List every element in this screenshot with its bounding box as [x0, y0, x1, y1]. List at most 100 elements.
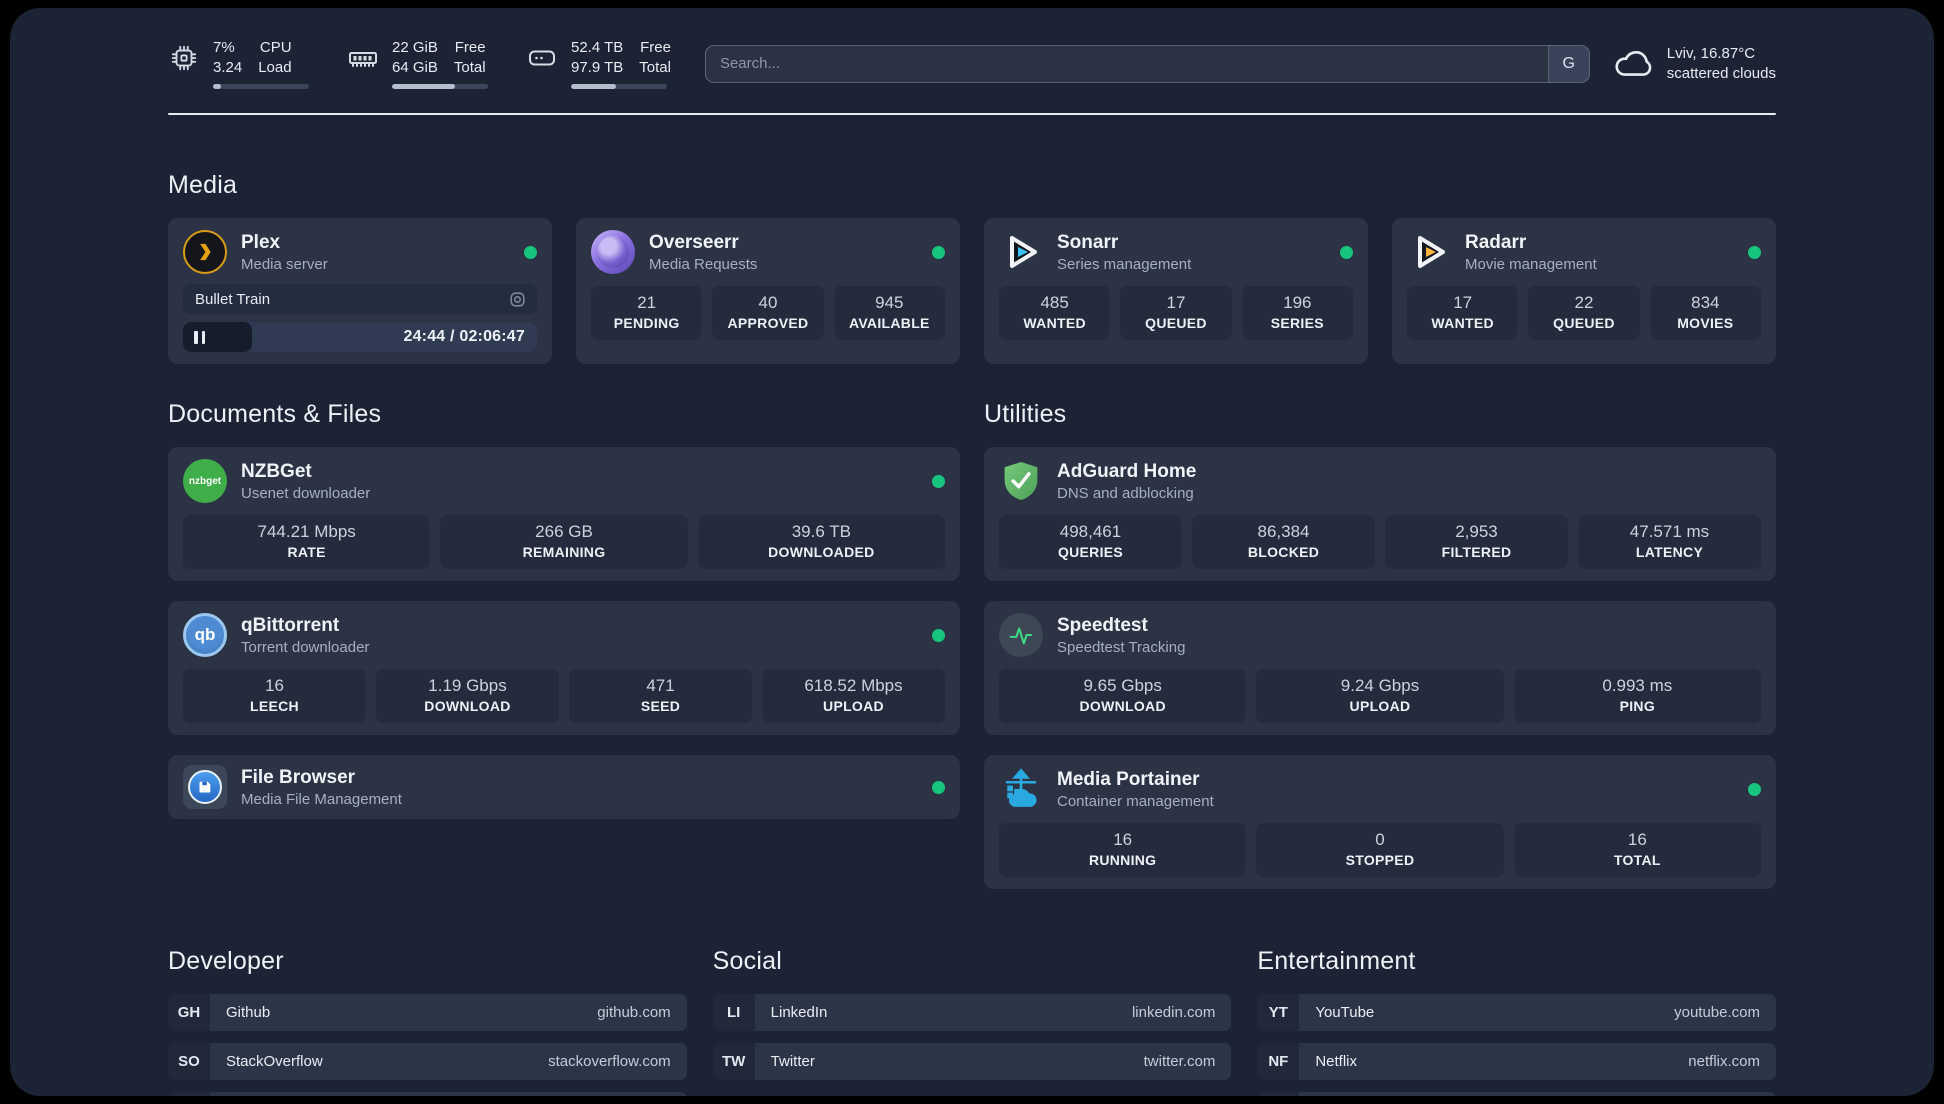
cpu-icon: [168, 42, 200, 74]
stat-tile: 9.65 Gbps DOWNLOAD: [999, 669, 1247, 723]
stat-value: 744.21 Mbps: [257, 522, 356, 541]
stat-label: LEECH: [250, 698, 299, 714]
dashboard-panel: 7% 3.24 CPU Load 22 GiB 64 GiB Free Tota…: [10, 8, 1934, 1096]
stat-value: 471: [646, 676, 675, 695]
stat-label: SEED: [640, 698, 681, 714]
header-divider: [168, 113, 1776, 115]
section-entertainment: Entertainment YT YouTube youtube.com NF N…: [1257, 947, 1776, 1096]
card-subtitle: Media Requests: [649, 255, 758, 273]
link-reddit[interactable]: RE Redditreddit.com: [1257, 1092, 1776, 1096]
card-qbittorrent[interactable]: qb qBittorrent Torrent downloader 16 LEEC…: [168, 601, 960, 735]
card-portainer[interactable]: Media Portainer Container management 16 R…: [984, 755, 1776, 889]
stat-label: RUNNING: [1088, 852, 1157, 868]
stat-label: SERIES: [1270, 315, 1324, 331]
stat-value: 47.571 ms: [1629, 522, 1710, 541]
section-title-documents: Documents & Files: [168, 400, 382, 428]
adguard-icon: [999, 459, 1043, 503]
session-display-icon: [508, 290, 527, 309]
search-input[interactable]: [704, 44, 1548, 83]
stat-tile: 0 STOPPED: [1256, 823, 1504, 877]
status-dot-online: [932, 780, 945, 794]
stat-value: 9.65 Gbps: [1083, 676, 1162, 695]
link-linkedin[interactable]: LI LinkedIn linkedin.com: [712, 994, 1232, 1031]
portainer-icon: [999, 767, 1043, 811]
stat-tile: 2,953 FILTERED: [1385, 515, 1568, 569]
stat-label: STOPPED: [1345, 852, 1415, 868]
stat-tile: 498,461 QUERIES: [999, 515, 1182, 569]
status-dot-online: [524, 245, 537, 259]
section-media: Media Plex Media server Bullet Train 24:…: [168, 171, 1776, 364]
card-speedtest[interactable]: Speedtest Speedtest Tracking 9.65 Gbps DO…: [984, 601, 1776, 735]
link-url: netflix.com: [1688, 1053, 1760, 1070]
card-adguard[interactable]: AdGuard Home DNS and adblocking 498,461 Q…: [984, 447, 1776, 581]
link-youtube[interactable]: YT YouTube youtube.com: [1257, 994, 1776, 1031]
search-engine-button[interactable]: G: [1547, 44, 1590, 83]
stat-value: 22: [1574, 293, 1594, 312]
stat-label: APPROVED: [727, 315, 809, 331]
status-dot-online: [932, 628, 945, 642]
link-dev[interactable]: DT DEVdev.to: [168, 1092, 687, 1096]
link-abbr: SO: [168, 1043, 210, 1080]
stat-value: 16: [265, 676, 284, 695]
card-radarr[interactable]: Radarr Movie management 17 WANTED 22 QUEUE…: [1392, 218, 1776, 364]
stat-tile: 618.52 Mbps UPLOAD: [762, 669, 945, 723]
link-twitter[interactable]: TW Twitter twitter.com: [712, 1043, 1232, 1080]
link-url: youtube.com: [1674, 1004, 1760, 1021]
cpu-progressbar: [213, 84, 309, 89]
playback-progressbar[interactable]: 24:44 / 02:06:47: [183, 322, 537, 352]
stat-label: DOWNLOAD: [1079, 698, 1166, 714]
stat-label: UPLOAD: [1349, 698, 1411, 714]
stat-value: 17: [1166, 293, 1186, 312]
stat-tile: 0.993 ms PING: [1513, 669, 1761, 723]
disk-icon: [526, 42, 558, 74]
card-title: NZBGet: [241, 460, 312, 482]
playback-time: 24:44 / 02:06:47: [403, 328, 525, 345]
weather-condition: scattered clouds: [1666, 64, 1776, 82]
stat-label: REMAINING: [522, 544, 606, 560]
link-name: Netflix: [1315, 1053, 1358, 1070]
status-dot-online: [932, 474, 945, 488]
card-filebrowser[interactable]: File Browser Media File Management: [168, 755, 960, 819]
card-title: AdGuard Home: [1057, 460, 1197, 482]
link-name: LinkedIn: [770, 1004, 828, 1021]
stat-value: 16: [1113, 830, 1133, 849]
section-utilities: Utilities AdGuard Home DNS and adblockin…: [984, 400, 1776, 889]
stat-tile: 471 SEED: [569, 669, 752, 723]
stat-label: UPLOAD: [823, 698, 884, 714]
stat-tile: 16 TOTAL: [1513, 823, 1761, 877]
section-social: Social LI LinkedIn linkedin.com TW Twitte…: [712, 947, 1232, 1096]
section-title-media: Media: [168, 171, 238, 199]
link-stackoverflow[interactable]: SO StackOverflow stackoverflow.com: [168, 1043, 687, 1080]
card-nzbget[interactable]: nzbget NZBGet Usenet downloader 744.21 M…: [168, 447, 960, 581]
status-dot-online: [932, 245, 945, 259]
disk-values: 52.4 TB 97.9 TB: [571, 39, 624, 76]
link-abbr: RE: [1257, 1092, 1300, 1096]
stat-tile: 485 WANTED: [999, 286, 1111, 340]
card-subtitle: Usenet downloader: [241, 484, 371, 502]
card-plex[interactable]: Plex Media server Bullet Train 24:44 / 0: [168, 218, 552, 364]
card-subtitle: Container management: [1057, 792, 1214, 810]
section-developer: Developer GH Github github.com SO StackOv…: [168, 947, 687, 1096]
card-title: qBittorrent: [241, 614, 340, 636]
link-github[interactable]: GH Github github.com: [168, 994, 687, 1031]
stat-tile: 196 SERIES: [1241, 286, 1353, 340]
card-subtitle: Media File Management: [241, 790, 402, 808]
status-dot-online: [1340, 245, 1353, 259]
card-sonarr[interactable]: Sonarr Series management 485 WANTED 17 QUE…: [984, 218, 1368, 364]
link-netflix[interactable]: NF Netflix netflix.com: [1257, 1043, 1776, 1080]
stat-label: FILTERED: [1441, 544, 1512, 560]
stat-tile: 9.24 Gbps UPLOAD: [1256, 669, 1504, 723]
speedtest-icon: [999, 613, 1043, 657]
stat-label: WANTED: [1431, 315, 1494, 331]
link-name: Github: [226, 1004, 271, 1021]
stat-label: DOWNLOAD: [424, 698, 511, 714]
stat-value: 1.19 Gbps: [428, 676, 507, 695]
card-title: Radarr: [1465, 231, 1527, 253]
link-abbr: DT: [168, 1092, 210, 1096]
stat-label: QUERIES: [1057, 544, 1124, 560]
stat-value: 86,384: [1257, 522, 1310, 541]
card-overseerr[interactable]: Overseerr Media Requests 21 PENDING 40 APP…: [576, 218, 960, 364]
card-title: Overseerr: [649, 231, 739, 253]
sonarr-icon: [999, 230, 1043, 274]
stat-tile: 21 PENDING: [591, 286, 703, 340]
